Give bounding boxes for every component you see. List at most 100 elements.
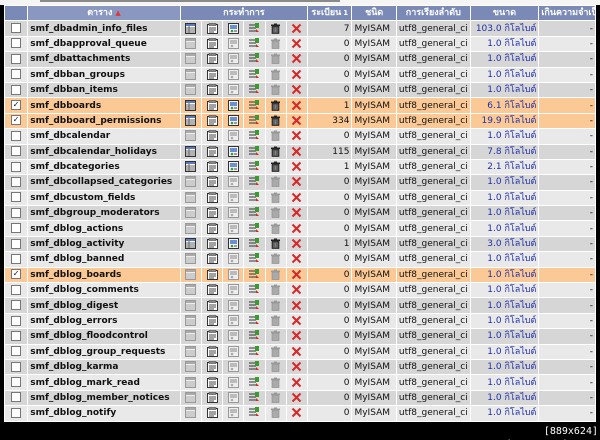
row-checkbox[interactable] — [11, 161, 22, 172]
empty-icon[interactable] — [270, 23, 281, 34]
structure-icon[interactable] — [206, 407, 218, 419]
row-size[interactable]: 1.0 กิโลไบต์ — [470, 283, 539, 298]
table-row[interactable]: smf_dbcustom_fields 0 MyISAM utf8_general_c… — [5, 190, 595, 206]
structure-icon[interactable] — [206, 330, 218, 342]
search-icon[interactable] — [227, 330, 239, 342]
empty-icon[interactable] — [270, 115, 281, 126]
structure-icon[interactable] — [206, 38, 218, 49]
browse-icon[interactable] — [185, 330, 197, 342]
row-checkbox[interactable] — [11, 84, 22, 95]
insert-icon[interactable] — [248, 161, 260, 172]
empty-icon[interactable] — [270, 146, 281, 157]
row-size[interactable]: 1.0 กิโลไบต์ — [470, 406, 539, 421]
header-type[interactable]: ชนิด — [352, 6, 396, 21]
table-row[interactable]: smf_dbgroup_moderators 0 MyISAM utf8_genera… — [5, 206, 595, 221]
search-icon[interactable] — [227, 176, 239, 188]
empty-icon[interactable] — [270, 269, 281, 280]
drop-icon[interactable] — [291, 23, 302, 34]
structure-icon[interactable] — [206, 53, 218, 65]
browse-icon[interactable] — [185, 161, 197, 173]
insert-icon[interactable] — [248, 84, 260, 95]
table-row[interactable]: smf_dbcollapsed_categories 0 MyISAM utf8_ge… — [5, 175, 595, 190]
drop-icon[interactable] — [291, 115, 302, 126]
structure-icon[interactable] — [206, 207, 218, 219]
row-table-name[interactable]: smf_dblog_banned — [28, 252, 180, 267]
drop-icon[interactable] — [291, 269, 302, 280]
row-table-name[interactable]: smf_dblog_activity — [28, 236, 180, 252]
search-icon[interactable] — [227, 99, 239, 111]
browse-icon[interactable] — [185, 22, 197, 34]
browse-icon[interactable] — [185, 145, 197, 157]
empty-icon[interactable] — [270, 207, 281, 219]
table-row[interactable]: smf_dbapproval_queue 0 MyISAM utf8_general_… — [5, 36, 595, 52]
insert-icon[interactable] — [248, 345, 260, 357]
table-row[interactable]: smf_dbban_groups 0 MyISAM utf8_general_ci 1.… — [5, 67, 595, 82]
browse-icon[interactable] — [185, 407, 197, 419]
table-row[interactable]: ✓ smf_dbboards 1 MyISAM utf8_general_ci 6.1 ก… — [5, 98, 595, 113]
row-size[interactable]: 2.1 กิโลไบต์ — [470, 159, 539, 175]
empty-icon[interactable] — [270, 346, 281, 357]
search-icon[interactable] — [227, 114, 239, 126]
browse-icon[interactable] — [185, 376, 197, 388]
insert-icon[interactable] — [248, 391, 260, 403]
row-checkbox[interactable]: ✓ — [11, 269, 22, 280]
row-checkbox[interactable] — [11, 361, 22, 372]
insert-icon[interactable] — [248, 22, 260, 34]
empty-icon[interactable] — [270, 38, 281, 49]
insert-icon[interactable] — [248, 361, 260, 372]
structure-icon[interactable] — [206, 392, 218, 403]
row-table-name[interactable]: smf_dbban_groups — [28, 67, 180, 82]
row-table-name[interactable]: smf_dbattachments — [28, 52, 180, 67]
drop-icon[interactable] — [291, 330, 302, 341]
row-table-name[interactable]: smf_dblog_notify — [28, 406, 180, 421]
row-size[interactable]: 1.0 กิโลไบต์ — [470, 175, 539, 190]
structure-icon[interactable] — [206, 361, 218, 373]
search-icon[interactable] — [227, 191, 239, 203]
insert-icon[interactable] — [248, 299, 260, 311]
drop-icon[interactable] — [291, 346, 302, 357]
browse-icon[interactable] — [185, 284, 197, 296]
table-row[interactable]: smf_dblog_member_notices 0 MyISAM utf8_gene… — [5, 390, 595, 406]
row-table-name[interactable]: smf_dblog_comments — [28, 283, 180, 298]
drop-icon[interactable] — [291, 53, 302, 64]
row-checkbox[interactable]: ✓ — [11, 100, 22, 111]
row-table-name[interactable]: smf_dblog_actions — [28, 221, 180, 236]
search-icon[interactable] — [227, 161, 239, 173]
insert-icon[interactable] — [248, 222, 260, 234]
search-icon[interactable] — [227, 222, 239, 234]
row-checkbox[interactable] — [11, 130, 22, 141]
browse-icon[interactable] — [185, 176, 197, 188]
browse-icon[interactable] — [185, 299, 197, 311]
browse-icon[interactable] — [185, 191, 197, 203]
search-icon[interactable] — [227, 22, 239, 34]
drop-icon[interactable] — [291, 392, 302, 403]
row-checkbox[interactable] — [11, 407, 22, 418]
row-checkbox[interactable] — [11, 253, 22, 264]
table-row[interactable]: smf_dblog_errors 0 MyISAM utf8_general_ci 1.… — [5, 313, 595, 329]
search-icon[interactable] — [227, 130, 239, 142]
drop-icon[interactable] — [291, 407, 302, 418]
header-size[interactable]: ขนาด — [470, 6, 539, 21]
empty-icon[interactable] — [270, 315, 281, 326]
row-size[interactable]: 1.0 กิโลไบต์ — [470, 359, 539, 375]
row-checkbox[interactable] — [11, 176, 22, 187]
drop-icon[interactable] — [291, 223, 302, 234]
table-row[interactable]: smf_dblog_digest 0 MyISAM utf8_general_ci 1.… — [5, 298, 595, 313]
browse-icon[interactable] — [185, 37, 197, 49]
search-icon[interactable] — [227, 53, 239, 65]
search-icon[interactable] — [227, 345, 239, 357]
table-row[interactable]: smf_dblog_activity 1 MyISAM utf8_general_ci… — [5, 236, 595, 252]
header-overhead[interactable]: เกินความจำเป็น — [539, 6, 595, 21]
search-icon[interactable] — [227, 253, 239, 265]
row-checkbox[interactable] — [11, 69, 22, 80]
insert-icon[interactable] — [248, 145, 260, 157]
row-size[interactable]: 1.0 กิโลไบต์ — [470, 298, 539, 313]
table-row[interactable]: smf_dbban_items 0 MyISAM utf8_general_ci 1.0… — [5, 82, 595, 98]
row-size[interactable]: 1.0 กิโลไบต์ — [470, 52, 539, 67]
row-size[interactable]: 1.0 กิโลไบต์ — [470, 390, 539, 406]
row-size[interactable]: 1.0 กิโลไบต์ — [470, 206, 539, 221]
browse-icon[interactable] — [185, 361, 197, 373]
empty-icon[interactable] — [270, 392, 281, 403]
row-table-name[interactable]: smf_dbban_items — [28, 82, 180, 98]
insert-icon[interactable] — [248, 376, 260, 388]
